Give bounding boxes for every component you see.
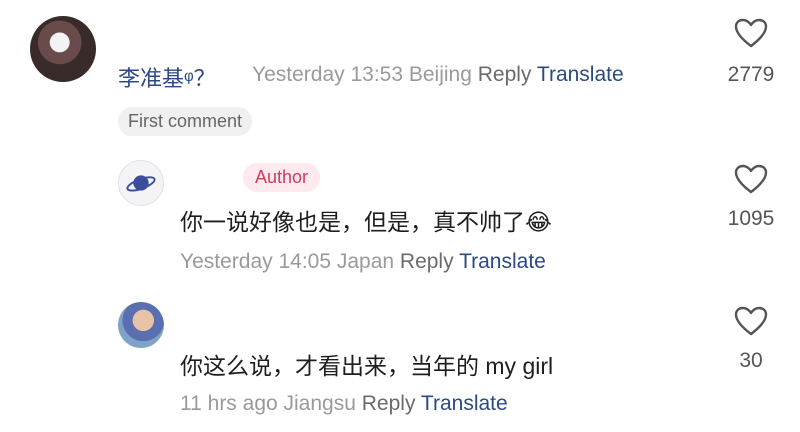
like-button[interactable]	[734, 18, 768, 53]
user-avatar[interactable]	[118, 302, 164, 348]
like-count: 2779	[727, 63, 775, 86]
timestamp-location: Yesterday 14:05 Japan	[180, 250, 395, 273]
translate-button[interactable]: Translate	[421, 392, 508, 415]
heart-icon	[734, 18, 768, 48]
username[interactable]: 李准基ᵠ？	[118, 61, 216, 93]
comment-body: 你一说好像也是，但是，真不帅了	[180, 209, 525, 235]
author-avatar[interactable]	[118, 160, 164, 206]
laughing-crying-emoji: 😂	[525, 209, 552, 235]
reply-button[interactable]: Reply	[362, 392, 416, 415]
planet-icon	[126, 175, 156, 192]
reply-button[interactable]: Reply	[478, 63, 532, 86]
timestamp-location: Yesterday 13:53 Beijing	[252, 63, 472, 86]
comment-text-2: 你一说好像也是，但是，真不帅了😂	[180, 203, 552, 237]
translate-button[interactable]: Translate	[537, 63, 624, 86]
translate-button[interactable]: Translate	[459, 250, 546, 273]
heart-icon	[734, 306, 768, 336]
like-count: 1095	[727, 207, 775, 230]
heart-icon	[734, 164, 768, 194]
author-tag: Author	[243, 163, 321, 192]
reply-button[interactable]: Reply	[400, 250, 454, 273]
like-button[interactable]	[734, 306, 768, 341]
timestamp-location: 11 hrs ago Jiangsu	[180, 392, 356, 415]
comment-meta: Yesterday 13:53 Beijing Reply Translate	[252, 63, 624, 87]
first-comment-badge: First comment	[118, 107, 253, 136]
user-avatar[interactable]	[30, 16, 96, 82]
like-count: 30	[739, 349, 763, 372]
comment-meta: Yesterday 14:05 Japan Reply Translate	[180, 250, 546, 274]
comment-body: 你这么说，才看出来，当年的 my girl	[180, 353, 554, 379]
comment-meta: 11 hrs ago Jiangsu Reply Translate	[180, 392, 508, 416]
like-button[interactable]	[734, 164, 768, 199]
